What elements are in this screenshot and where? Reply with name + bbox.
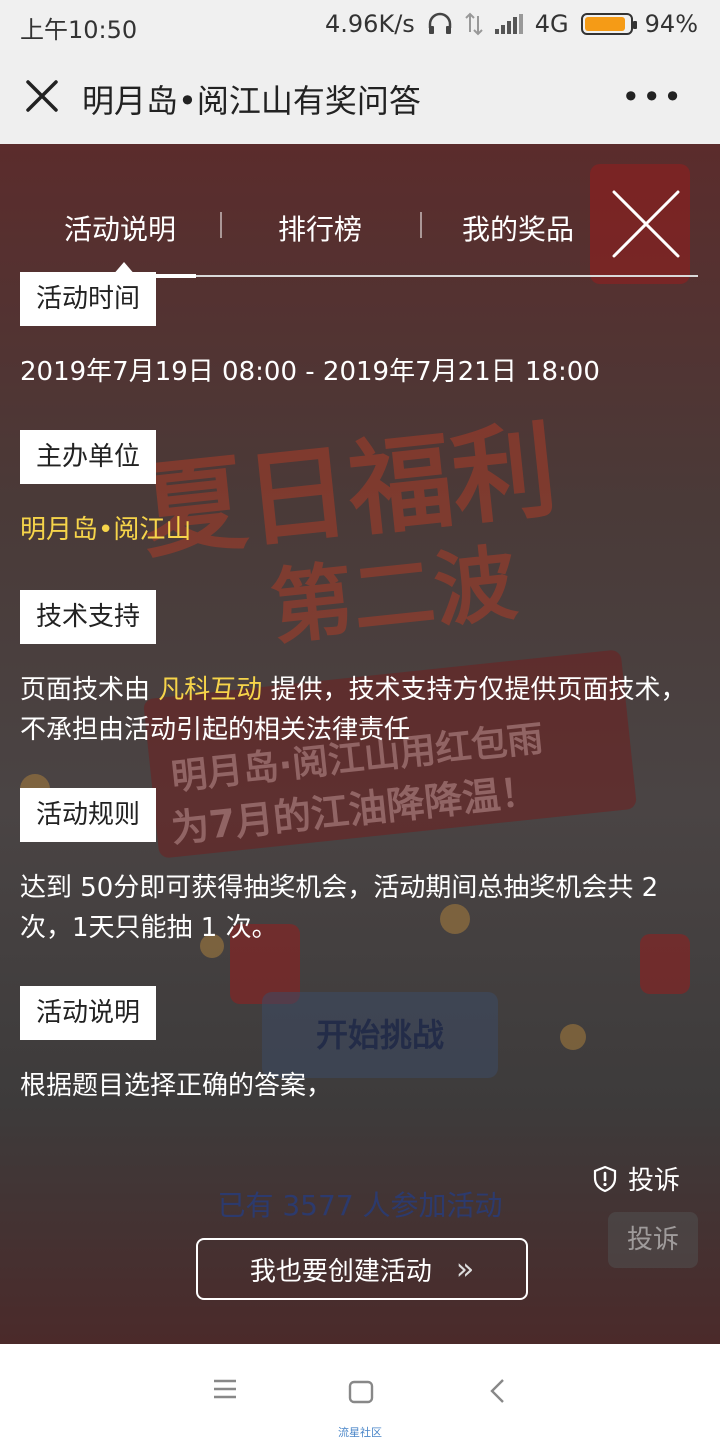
tech-support-prefix: 页面技术由 (20, 675, 159, 705)
tab-activity-description[interactable]: 活动说明 (64, 208, 176, 248)
background-report-button: 投诉 (608, 1212, 698, 1268)
double-chevron-right-icon: » (455, 1251, 475, 1287)
activity-content: 夏日福利 第二波 明月岛·阅江山用红包雨 为7月的江油降降温！ 活动说明 排行榜… (0, 144, 720, 1344)
nav-bar: 明月岛•阅江山有奖问答 ••• (0, 50, 720, 144)
section-label-tech-support: 技术支持 (20, 590, 157, 644)
tab-divider (420, 212, 422, 238)
tech-provider-link[interactable]: 凡科互动 (158, 675, 262, 705)
tab-divider (220, 212, 222, 238)
organizer-name: 明月岛•阅江山 (20, 515, 192, 545)
background-coin (560, 1024, 586, 1050)
net-speed: 4.96K/s (325, 10, 415, 38)
status-bar: 上午10:50 4.96K/s 4G 94% (0, 0, 720, 50)
section-label-description: 活动说明 (20, 986, 157, 1040)
activity-rules: 达到 50分即可获得抽奖机会，活动期间总抽奖机会共 2 次，1天只能抽 1 次。 (20, 873, 659, 943)
create-activity-button[interactable]: 我也要创建活动 » (196, 1238, 528, 1300)
more-menu-icon[interactable]: ••• (621, 78, 684, 116)
close-panel-icon[interactable] (610, 188, 682, 260)
battery-percent: 94% (644, 10, 698, 38)
section-label-rules: 活动规则 (20, 788, 157, 842)
close-icon[interactable] (22, 76, 62, 116)
status-time: 上午10:50 (20, 16, 138, 44)
headset-icon (428, 12, 452, 34)
signal-icon (494, 14, 523, 34)
home-icon[interactable] (348, 1380, 374, 1404)
section-label-time: 活动时间 (20, 272, 157, 326)
status-right: 4.96K/s 4G 94% (325, 10, 698, 38)
tab-my-prizes[interactable]: 我的奖品 (462, 208, 574, 248)
battery-icon (580, 13, 637, 35)
page-title: 明月岛•阅江山有奖问答 (82, 82, 421, 120)
tech-support-text: 页面技术由 凡科互动 提供，技术支持方仅提供页面技术，不承担由活动引起的相关法律… (20, 670, 710, 750)
back-icon[interactable] (488, 1378, 508, 1404)
section-label-organizer: 主办单位 (20, 430, 157, 484)
activity-description: 根据题目选择正确的答案， (20, 1071, 333, 1101)
watermark-text: 流星社区 (338, 1426, 382, 1439)
data-transfer-icon (465, 12, 483, 36)
activity-time: 2019年7月19日 08:00 - 2019年7月21日 18:00 (20, 357, 600, 387)
tab-leaderboard[interactable]: 排行榜 (278, 208, 362, 248)
network-type: 4G (534, 10, 569, 38)
create-activity-label: 我也要创建活动 (249, 1256, 432, 1287)
menu-icon[interactable] (212, 1378, 238, 1400)
